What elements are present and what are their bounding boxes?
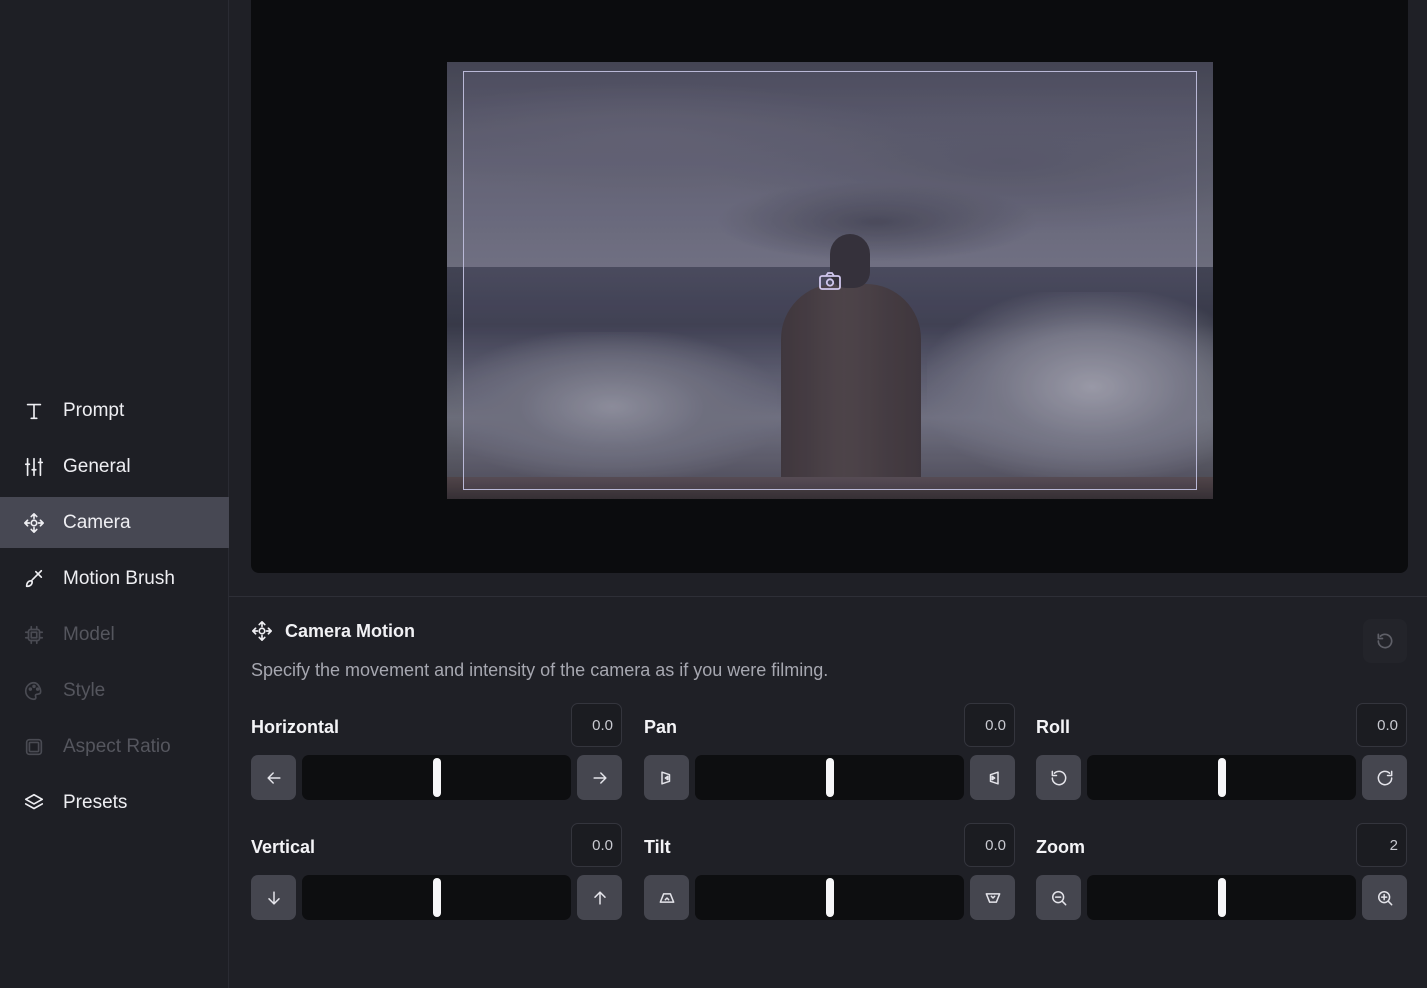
video-preview <box>251 0 1408 573</box>
tilt-up-button[interactable] <box>970 875 1015 920</box>
sidebar-item-label: Aspect Ratio <box>63 735 171 757</box>
horizontal-label: Horizontal <box>251 717 339 737</box>
sidebar-item-presets[interactable]: Presets <box>0 777 229 828</box>
roll-slider[interactable] <box>1087 755 1356 800</box>
sidebar-item-label: Motion Brush <box>63 567 175 589</box>
pan-value-input[interactable]: 0.0 <box>964 703 1015 747</box>
zoom-control: Zoom 2 <box>1036 823 1407 923</box>
panel-description: Specify the movement and intensity of th… <box>251 660 829 680</box>
sidebar-item-style[interactable]: Style <box>0 665 229 716</box>
arrow-left-icon <box>266 771 281 784</box>
pan-control: Pan 0.0 <box>644 703 1015 803</box>
sidebar-item-motion-brush[interactable]: Motion Brush <box>0 553 229 604</box>
roll-right-button[interactable] <box>1362 755 1407 800</box>
zoom-slider[interactable] <box>1087 875 1356 920</box>
tilt-slider[interactable] <box>695 875 964 920</box>
tilt-label: Tilt <box>644 837 671 857</box>
pan-right-button[interactable] <box>970 755 1015 800</box>
chip-icon <box>22 623 46 647</box>
zoom-value-input[interactable]: 2 <box>1356 823 1407 867</box>
vertical-value-input[interactable]: 0.0 <box>571 823 622 867</box>
sidebar-nav: Prompt General Camera Motion Brush Model… <box>0 385 229 833</box>
roll-label: Roll <box>1036 717 1070 737</box>
sidebar: Prompt General Camera Motion Brush Model… <box>0 0 229 988</box>
layers-icon <box>22 791 46 815</box>
sidebar-item-label: Model <box>63 623 115 645</box>
sidebar-item-label: Style <box>63 679 106 701</box>
arrow-right-icon <box>592 771 607 784</box>
tilt-control: Tilt 0.0 <box>644 823 1015 923</box>
horizontal-value-input[interactable]: 0.0 <box>571 703 622 747</box>
slider-thumb[interactable] <box>825 758 834 797</box>
horizontal-slider[interactable] <box>302 755 571 800</box>
slider-thumb[interactable] <box>432 758 441 797</box>
tilt-down-button[interactable] <box>644 875 689 920</box>
vertical-slider[interactable] <box>302 875 571 920</box>
camera-motion-header: Camera Motion <box>251 620 415 642</box>
palette-icon <box>22 679 46 703</box>
tilt-up-icon <box>985 892 1000 903</box>
pan-slider[interactable] <box>695 755 964 800</box>
zoom-out-icon <box>1051 890 1066 905</box>
slider-thumb[interactable] <box>432 878 441 917</box>
brush-icon <box>22 567 46 591</box>
sidebar-item-camera[interactable]: Camera <box>0 497 229 548</box>
text-t-icon <box>22 399 46 423</box>
tilt-value-input[interactable]: 0.0 <box>964 823 1015 867</box>
slider-thumb[interactable] <box>1217 878 1226 917</box>
rotate-cw-icon <box>1377 770 1392 785</box>
sidebar-item-label: Presets <box>63 791 128 813</box>
vertical-up-button[interactable] <box>577 875 622 920</box>
rotate-ccw-icon <box>1051 770 1066 785</box>
camera-motion-icon <box>22 511 46 535</box>
pan-label: Pan <box>644 717 678 737</box>
roll-control: Roll 0.0 <box>1036 703 1407 803</box>
tilt-down-icon <box>659 892 674 903</box>
sidebar-item-general[interactable]: General <box>0 441 229 492</box>
sidebar-item-prompt[interactable]: Prompt <box>0 385 229 436</box>
horizontal-control: Horizontal 0.0 <box>251 703 622 803</box>
sidebar-item-label: Prompt <box>63 399 125 421</box>
vertical-label: Vertical <box>251 837 316 857</box>
arrow-down-icon <box>267 890 280 905</box>
camera-motion-icon <box>251 620 273 642</box>
pan-left-icon <box>660 770 670 785</box>
vertical-control: Vertical 0.0 <box>251 823 622 923</box>
sidebar-item-label: General <box>63 455 131 477</box>
horizontal-left-button[interactable] <box>251 755 296 800</box>
aspect-ratio-icon <box>22 735 46 759</box>
sidebar-item-model[interactable]: Model <box>0 609 229 660</box>
roll-value-input[interactable]: 0.0 <box>1356 703 1407 747</box>
reset-icon <box>1377 633 1393 649</box>
vertical-down-button[interactable] <box>251 875 296 920</box>
app-window: Prompt General Camera Motion Brush Model… <box>0 0 1427 988</box>
horizontal-right-button[interactable] <box>577 755 622 800</box>
sidebar-item-label: Camera <box>63 511 131 533</box>
arrow-up-icon <box>593 890 606 905</box>
camera-icon <box>818 271 842 291</box>
panel-title: Camera Motion <box>285 620 416 641</box>
section-divider <box>229 596 1427 597</box>
pan-right-icon <box>989 770 999 785</box>
zoom-in-button[interactable] <box>1362 875 1407 920</box>
zoom-label: Zoom <box>1036 837 1085 857</box>
zoom-out-button[interactable] <box>1036 875 1081 920</box>
reset-button[interactable] <box>1363 619 1407 663</box>
roll-left-button[interactable] <box>1036 755 1081 800</box>
sliders-icon <box>22 455 46 479</box>
sidebar-item-aspect-ratio[interactable]: Aspect Ratio <box>0 721 229 772</box>
zoom-in-icon <box>1377 890 1392 905</box>
slider-thumb[interactable] <box>825 878 834 917</box>
slider-thumb[interactable] <box>1217 758 1226 797</box>
pan-left-button[interactable] <box>644 755 689 800</box>
